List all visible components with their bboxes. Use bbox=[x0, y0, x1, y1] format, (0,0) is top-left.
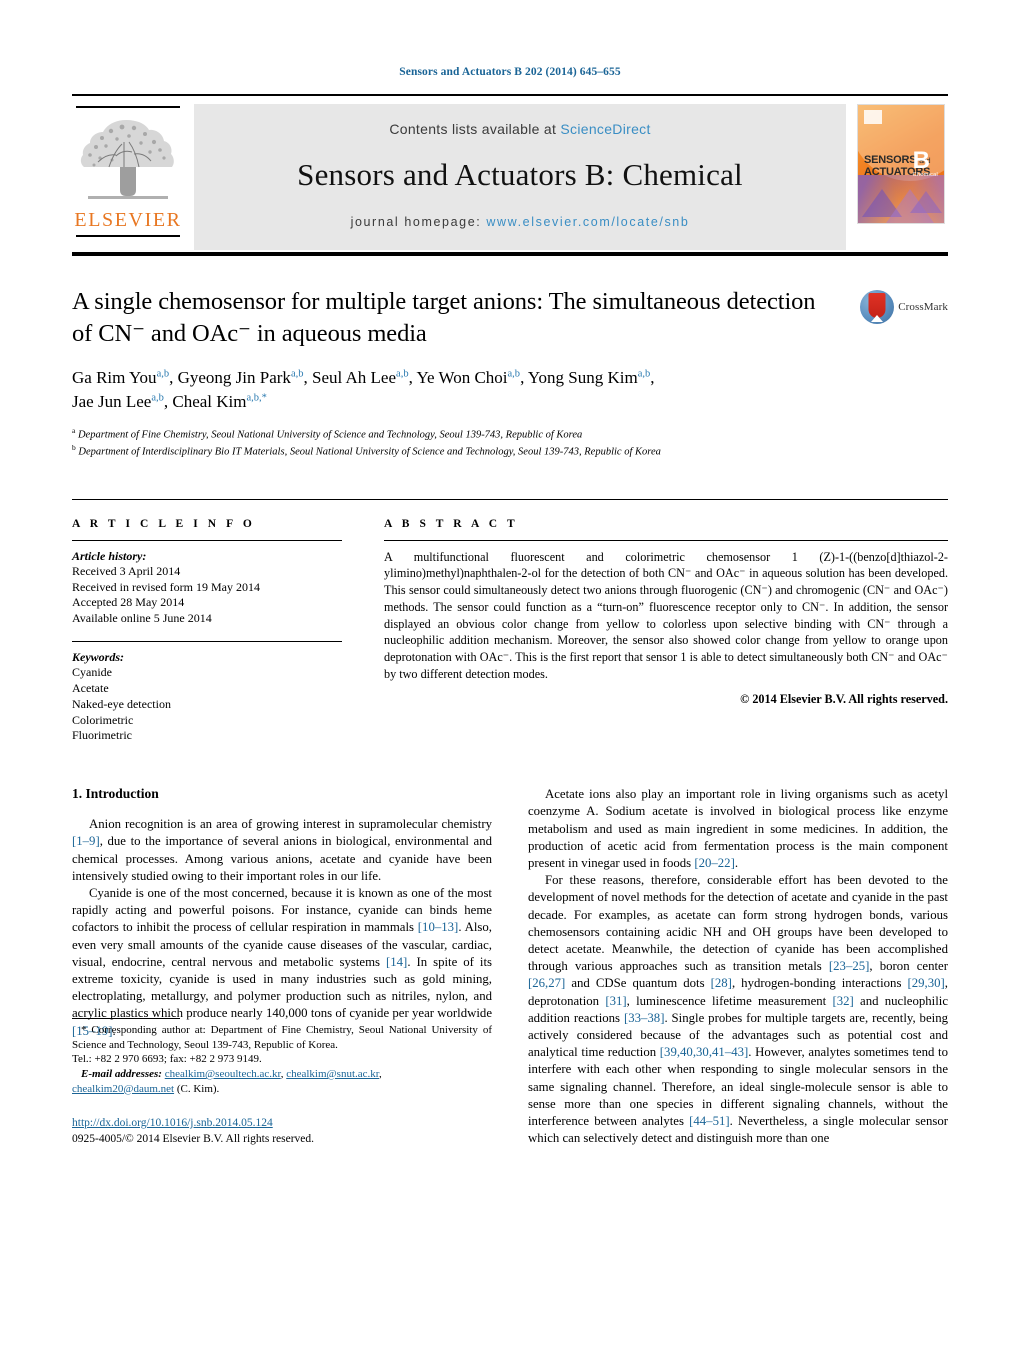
article-page: Sensors and Actuators B 202 (2014) 645–6… bbox=[0, 0, 1020, 1351]
running-head: Sensors and Actuators B 202 (2014) 645–6… bbox=[399, 66, 621, 78]
affiliation-marker-b: b bbox=[72, 443, 76, 453]
author-affil-marker: a,b,* bbox=[246, 392, 267, 404]
abstract-copyright: © 2014 Elsevier B.V. All rights reserved… bbox=[740, 692, 948, 707]
cover-volume-sub: Chemical bbox=[912, 172, 938, 178]
article-history-label: Article history: bbox=[72, 548, 147, 563]
doi-block: http://dx.doi.org/10.1016/j.snb.2014.05.… bbox=[72, 1116, 492, 1147]
tel-fax-line: Tel.: +82 2 970 6693; fax: +82 2 973 914… bbox=[72, 1053, 262, 1066]
article-history-item: Available online 5 June 2014 bbox=[72, 611, 212, 626]
crossmark-icon bbox=[860, 290, 895, 324]
keyword-item: Cyanide bbox=[72, 665, 112, 680]
email-note: E-mail addresses: chealkim@seoultech.ac.… bbox=[72, 1067, 382, 1095]
author-affil-marker: a,b bbox=[290, 368, 304, 380]
keyword-item: Naked-eye detection bbox=[72, 696, 171, 711]
masthead-bottom-rule bbox=[72, 252, 948, 256]
sciencedirect-link[interactable]: ScienceDirect bbox=[560, 121, 650, 137]
info-abstract-region: A R T I C L E I N F O Article history: R… bbox=[72, 498, 948, 744]
elsevier-rule-bottom bbox=[76, 235, 180, 237]
email-link[interactable]: chealkim@seoultech.ac.kr bbox=[165, 1068, 281, 1080]
article-info-heading: A R T I C L E I N F O bbox=[72, 517, 256, 530]
elsevier-rule-top bbox=[76, 106, 180, 108]
doi-link[interactable]: http://dx.doi.org/10.1016/j.snb.2014.05.… bbox=[72, 1117, 273, 1129]
abstract-rule bbox=[384, 539, 948, 541]
email-link[interactable]: chealkim@snut.ac.kr bbox=[286, 1068, 379, 1080]
author-affil-marker: a,b bbox=[507, 368, 521, 380]
email-label: E-mail addresses: bbox=[81, 1067, 162, 1080]
keywords-block: Keywords: Cyanide Acetate Naked-eye dete… bbox=[72, 641, 342, 744]
elsevier-tree-icon bbox=[76, 112, 180, 208]
cover-elsevier-mark-icon bbox=[864, 110, 882, 124]
section-heading-introduction: 1. Introduction bbox=[72, 786, 159, 802]
keyword-item: Colorimetric bbox=[72, 712, 134, 727]
body-two-column: 1. Introduction Anion recognition is an … bbox=[72, 786, 948, 1147]
masthead-center: Contents lists available at ScienceDirec… bbox=[194, 104, 846, 250]
elsevier-wordmark: ELSEVIER bbox=[74, 209, 182, 231]
abstract-text: A multifunctional fluorescent and colori… bbox=[384, 549, 948, 681]
email-link[interactable]: chealkim20@daum.net bbox=[72, 1083, 174, 1095]
contents-prefix: Contents lists available at bbox=[389, 121, 561, 137]
author-affil-marker: a,b bbox=[637, 368, 651, 380]
abstract-heading: A B S T R A C T bbox=[384, 517, 519, 530]
author-affil-marker: a,b bbox=[396, 368, 409, 380]
body-left-column: 1. Introduction Anion recognition is an … bbox=[72, 786, 492, 1147]
page-title: A single chemosensor for multiple target… bbox=[72, 288, 816, 347]
crossmark-wrap[interactable]: CrossMark bbox=[860, 290, 948, 324]
footnote-separator bbox=[72, 1018, 180, 1020]
homepage-prefix: journal homepage: bbox=[350, 215, 482, 229]
contents-available-line: Contents lists available at ScienceDirec… bbox=[389, 121, 650, 137]
cover-image: SENSORS and ACTUATORS B Chemical bbox=[857, 104, 945, 224]
email-suffix: (C. Kim). bbox=[176, 1082, 220, 1095]
paragraph: For these reasons, therefore, considerab… bbox=[528, 873, 949, 1146]
corresponding-text: Corresponding author at: Department of F… bbox=[72, 1024, 492, 1051]
journal-homepage-line: journal homepage: www.elsevier.com/locat… bbox=[351, 215, 690, 229]
cover-triangle-3 bbox=[910, 191, 942, 213]
affiliation-a-text: Department of Fine Chemistry, Seoul Nati… bbox=[77, 429, 583, 441]
article-history-item: Accepted 28 May 2014 bbox=[72, 595, 185, 610]
keywords-label: Keywords: bbox=[72, 650, 124, 665]
title-block: A single chemosensor for multiple target… bbox=[72, 286, 948, 461]
cover-volume-letter-text: B bbox=[912, 147, 931, 174]
cover-volume-letter: B Chemical bbox=[913, 149, 938, 179]
elsevier-logo: ELSEVIER bbox=[72, 104, 184, 250]
footnote-region: * Corresponding author at: Department of… bbox=[72, 1004, 492, 1147]
article-info-column: A R T I C L E I N F O Article history: R… bbox=[72, 500, 362, 744]
issn-copyright-line: 0925-4005/© 2014 Elsevier B.V. All right… bbox=[72, 1132, 315, 1145]
author-affil-marker: a,b bbox=[151, 392, 164, 404]
affiliation-marker-a: a bbox=[72, 425, 76, 435]
cover-line-1: SENSORS bbox=[864, 154, 917, 166]
author-affil-marker: a,b bbox=[156, 368, 170, 380]
keyword-item: Fluorimetric bbox=[72, 728, 132, 743]
body-right-column: Acetate ions also play an important role… bbox=[528, 786, 948, 1147]
affiliation-b-text: Department of Interdisciplinary Bio IT M… bbox=[78, 446, 661, 458]
crossmark-label: CrossMark bbox=[898, 301, 948, 313]
journal-masthead: ELSEVIER Contents lists available at Sci… bbox=[72, 94, 948, 250]
crossmark-chevron-shape bbox=[871, 315, 884, 322]
article-history-item: Received in revised form 19 May 2014 bbox=[72, 579, 260, 594]
author-list: Ga Rim Youa,b, Gyeong Jin Parka,b, Seul … bbox=[72, 367, 655, 411]
journal-cover-thumbnail: SENSORS and ACTUATORS B Chemical bbox=[854, 104, 948, 250]
abstract-column: A B S T R A C T A multifunctional fluore… bbox=[362, 500, 948, 744]
corresponding-marker: * bbox=[81, 1024, 87, 1037]
article-history-item: Received 3 April 2014 bbox=[72, 563, 181, 578]
keywords-rule bbox=[72, 641, 342, 643]
paragraph: Anion recognition is an area of growing … bbox=[72, 817, 492, 883]
affiliation-b: b Department of Interdisciplinary Bio IT… bbox=[72, 443, 834, 460]
paragraph: Acetate ions also play an important role… bbox=[528, 787, 948, 871]
affiliation-a: a Department of Fine Chemistry, Seoul Na… bbox=[72, 426, 834, 443]
journal-homepage-link[interactable]: www.elsevier.com/locate/snb bbox=[486, 215, 689, 229]
article-info-rule bbox=[72, 539, 342, 541]
title-main: A single chemosensor for multiple target… bbox=[72, 286, 848, 461]
crossmark-badge[interactable]: CrossMark bbox=[848, 286, 948, 461]
keyword-item: Acetate bbox=[72, 680, 109, 695]
journal-title: Sensors and Actuators B: Chemical bbox=[297, 157, 743, 192]
corresponding-author-note: * Corresponding author at: Department of… bbox=[72, 1023, 492, 1067]
